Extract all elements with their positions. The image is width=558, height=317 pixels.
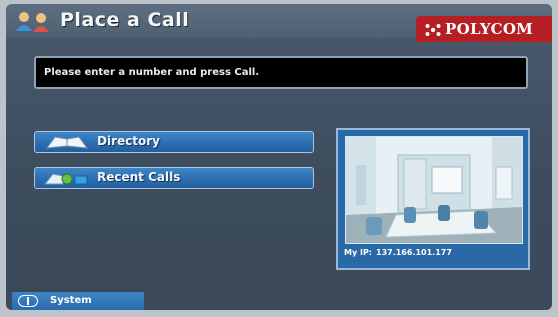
room-preview-image [346,137,522,243]
title-bar: Place a Call POLYCOM [6,4,552,42]
directory-book-icon [45,136,89,149]
dial-prompt-field[interactable]: Please enter a number and press Call. [34,56,528,89]
recent-calls-icon [43,173,88,185]
brand-name: POLYCOM [445,20,534,38]
info-icon [18,295,38,307]
page-title: Place a Call [60,9,190,31]
polycom-logo: POLYCOM [416,16,552,42]
camera-preview [345,136,523,244]
recent-calls-button[interactable]: Recent Calls [34,167,314,189]
polycom-logo-icon [425,24,441,36]
status-bar: System [6,292,552,310]
dial-prompt-text: Please enter a number and press Call. [44,67,260,78]
people-icon [16,12,49,32]
recent-calls-label: Recent Calls [97,170,181,184]
directory-label: Directory [97,134,160,148]
place-call-screen: Place a Call POLYCOM Please enter a numb… [6,4,552,310]
directory-button[interactable]: Directory [34,131,314,153]
system-label: System [50,295,92,306]
video-preview-panel: My IP: 137.166.101.177 [336,128,530,270]
my-ip-readout: My IP: 137.166.101.177 [344,248,452,257]
my-ip-value: 137.166.101.177 [376,248,452,257]
my-ip-label: My IP: [344,248,372,257]
system-button[interactable]: System [12,292,144,310]
